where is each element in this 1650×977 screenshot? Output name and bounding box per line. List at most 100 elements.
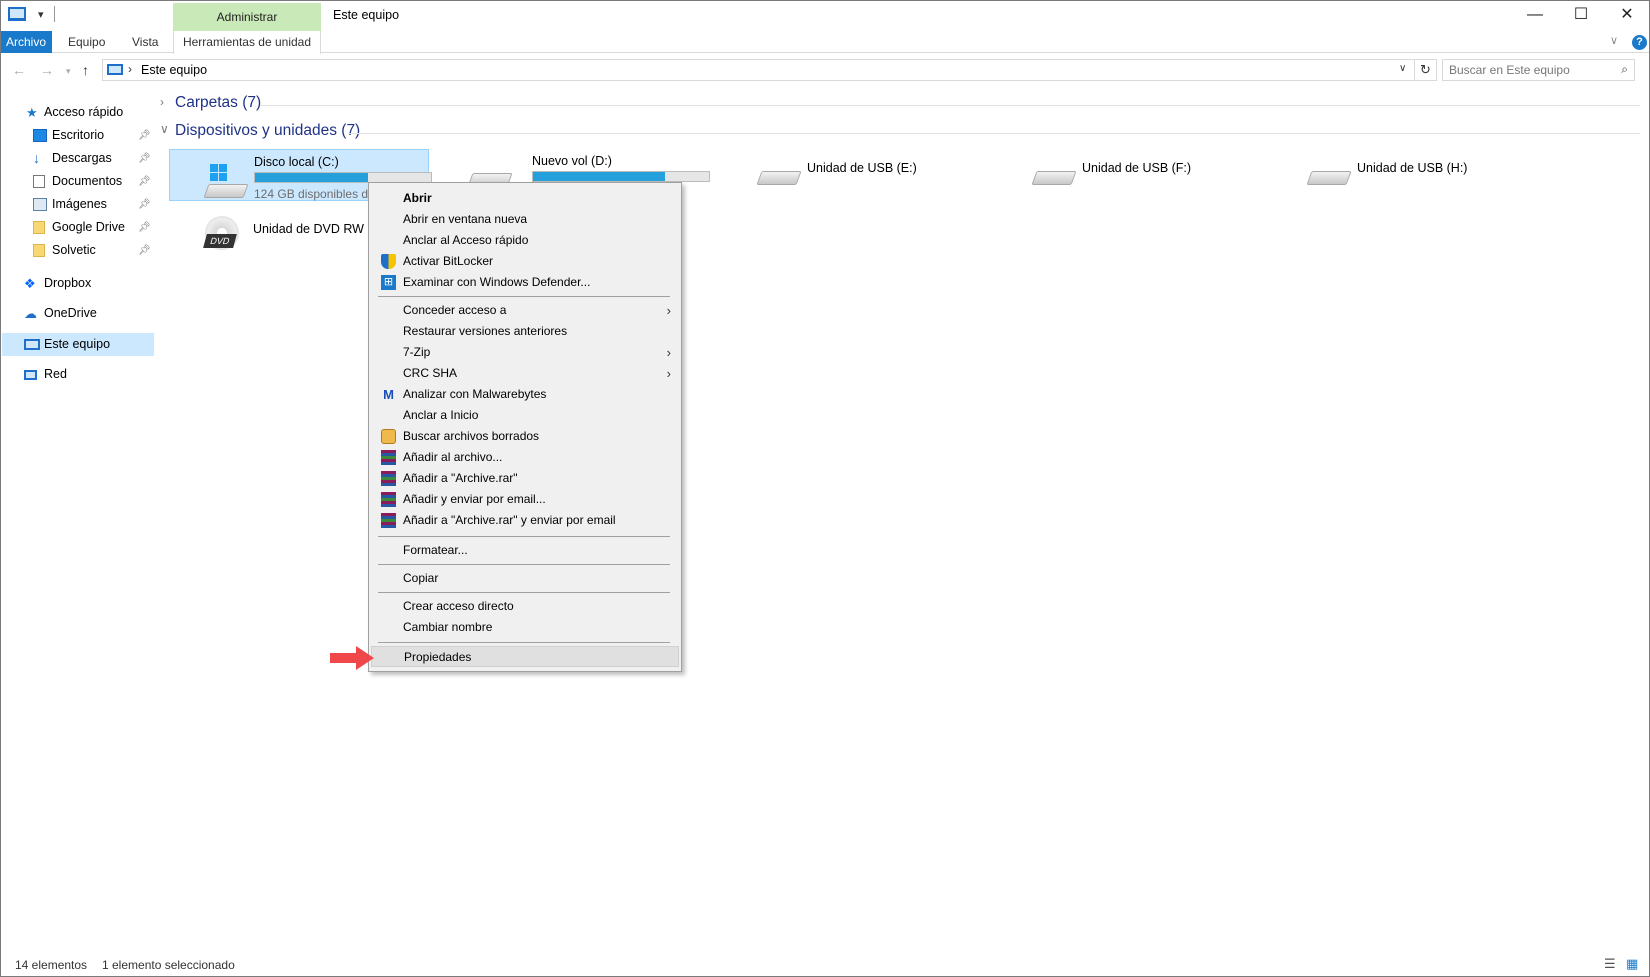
pin-icon[interactable]: 📌︎ [138,170,151,193]
sidebar-item-label: Solvetic [52,243,96,257]
menu-separator [378,592,670,593]
search-input[interactable] [1449,62,1609,78]
menu-separator [378,536,670,537]
pin-icon[interactable]: 📌︎ [138,124,151,147]
pin-icon[interactable]: 📌︎ [138,239,151,262]
up-arrow-icon[interactable]: ↑ [82,62,89,78]
tab-equipo[interactable]: Equipo [68,31,105,53]
menu-item-7zip[interactable]: 7-Zip › [371,342,679,363]
pin-icon[interactable]: 📌︎ [138,193,151,216]
menu-item-buscar-borrados[interactable]: Buscar archivos borrados [371,426,679,447]
menu-item-label: CRC SHA [403,366,458,380]
close-button[interactable]: ✕ [1604,0,1650,30]
menu-item-conceder-acceso[interactable]: Conceder acceso a › [371,300,679,321]
drive-usage-fill [255,173,368,182]
usb-drive-icon [1306,171,1352,185]
breadcrumb[interactable]: Este equipo [141,63,207,77]
tiles-view-icon[interactable]: ▦ [1626,956,1638,972]
sidebar-item-label: Dropbox [44,276,92,290]
address-bar[interactable]: › Este equipo ∨ [102,59,1415,81]
sidebar-item-label: Documentos [52,174,123,188]
refresh-icon[interactable]: ↻ [1415,59,1437,81]
forward-arrow-icon[interactable]: → [40,62,54,78]
menu-item-crc-sha[interactable]: CRC SHA › [371,363,679,384]
menu-item-copiar[interactable]: Copiar [371,568,679,589]
drive-name: Unidad de DVD RW (I: [253,222,379,236]
pin-icon[interactable]: 📌︎ [138,147,151,170]
sidebar-item-este-equipo[interactable]: Este equipo [2,333,154,356]
maximize-button[interactable]: ☐ [1558,0,1604,30]
sidebar-item-solvetic[interactable]: Solvetic 📌︎ [0,239,152,262]
menu-item-anadir-rar-enviar-email[interactable]: Añadir a "Archive.rar" y enviar por emai… [371,510,679,531]
folder-icon [33,221,45,234]
menu-item-label: 7-Zip [403,345,431,359]
menu-item-anadir-archive-rar[interactable]: Añadir a "Archive.rar" [371,468,679,489]
menu-item-anadir-archivo[interactable]: Añadir al archivo... [371,447,679,468]
computer-icon [24,339,40,350]
tab-archivo[interactable]: Archivo [0,31,52,53]
desktop-icon [33,129,47,142]
menu-item-cambiar-nombre[interactable]: Cambiar nombre [371,617,679,638]
download-icon: ↓ [33,150,40,166]
drive-name: Unidad de USB (E:) [807,161,917,175]
drive-usb-h[interactable]: Unidad de USB (H:) [1265,149,1525,201]
menu-item-label: Activar BitLocker [403,254,494,268]
menu-separator [378,564,670,565]
sidebar-item-imagenes[interactable]: Imágenes 📌︎ [0,193,152,216]
drive-name: Unidad de USB (F:) [1082,161,1192,175]
sidebar-item-label: Google Drive [52,220,125,234]
sidebar-item-documentos[interactable]: Documentos 📌︎ [0,170,152,193]
minimize-button[interactable]: — [1512,0,1558,30]
group-header-carpetas[interactable]: Carpetas (7) [175,94,261,112]
menu-item-anclar-inicio[interactable]: Anclar a Inicio [371,405,679,426]
menu-item-crear-acceso-directo[interactable]: Crear acceso directo [371,596,679,617]
menu-item-formatear[interactable]: Formatear... [371,540,679,561]
menu-item-restaurar-versiones[interactable]: Restaurar versiones anteriores [371,321,679,342]
pin-icon[interactable]: 📌︎ [138,216,151,239]
expand-ribbon-icon[interactable]: ∨ [1610,34,1618,47]
sidebar-item-escritorio[interactable]: Escritorio 📌︎ [0,124,152,147]
windows-logo-pane [210,173,218,181]
winrar-icon [381,471,396,486]
menu-item-label: Conceder acceso a [403,303,507,317]
computer-icon[interactable] [8,7,26,21]
search-box[interactable]: ⌕ [1442,59,1635,81]
chevron-down-icon[interactable]: ∨ [1399,63,1406,74]
sidebar-item-onedrive[interactable]: ☁ OneDrive [0,302,152,325]
search-icon[interactable]: ⌕ [1621,62,1628,77]
sidebar-item-descargas[interactable]: ↓ Descargas 📌︎ [0,147,152,170]
quick-access-dropdown-icon[interactable]: ▾ [38,8,44,21]
help-icon[interactable]: ? [1632,35,1647,50]
windows-logo-pane [219,164,227,172]
menu-item-propiedades[interactable]: Propiedades [371,646,679,667]
shield-icon [381,254,396,269]
folder-icon [33,244,45,257]
menu-item-abrir[interactable]: Abrir [371,188,679,209]
chevron-down-icon[interactable]: ∨ [160,122,169,136]
menu-item-windows-defender[interactable]: ⊞ Examinar con Windows Defender... [371,272,679,293]
sidebar-item-red[interactable]: Red [0,363,152,386]
tab-vista[interactable]: Vista [132,31,158,53]
navigation-bar: ← → ▾ ↑ › Este equipo ∨ ↻ ⌕ [0,54,1650,86]
menu-item-activar-bitlocker[interactable]: Activar BitLocker [371,251,679,272]
chevron-right-icon[interactable]: › [160,95,164,109]
breadcrumb-chevron-icon[interactable]: › [128,62,132,76]
menu-item-label: Abrir [403,191,432,205]
sidebar-item-acceso-rapido[interactable]: ★ Acceso rápido [0,101,152,124]
drive-usb-f[interactable]: Unidad de USB (F:) [990,149,1250,201]
menu-item-malwarebytes[interactable]: M Analizar con Malwarebytes [371,384,679,405]
drive-name: Nuevo vol (D:) [532,154,612,168]
menu-item-label: Formatear... [403,543,468,557]
menu-item-abrir-ventana-nueva[interactable]: Abrir en ventana nueva [371,209,679,230]
back-arrow-icon[interactable]: ← [12,62,26,78]
group-header-dispositivos[interactable]: Dispositivos y unidades (7) [175,122,360,140]
menu-item-anadir-enviar-email[interactable]: Añadir y enviar por email... [371,489,679,510]
sidebar-item-dropbox[interactable]: ❖ Dropbox [0,272,152,295]
drive-usb-e[interactable]: Unidad de USB (E:) [715,149,975,201]
item-count: 14 elementos [15,958,88,972]
tab-herramientas-de-unidad[interactable]: Herramientas de unidad [173,31,321,54]
menu-item-anclar-acceso-rapido[interactable]: Anclar al Acceso rápido [371,230,679,251]
details-view-icon[interactable]: ☰ [1604,956,1616,972]
recent-locations-icon[interactable]: ▾ [66,66,71,77]
sidebar-item-google-drive[interactable]: Google Drive 📌︎ [0,216,152,239]
